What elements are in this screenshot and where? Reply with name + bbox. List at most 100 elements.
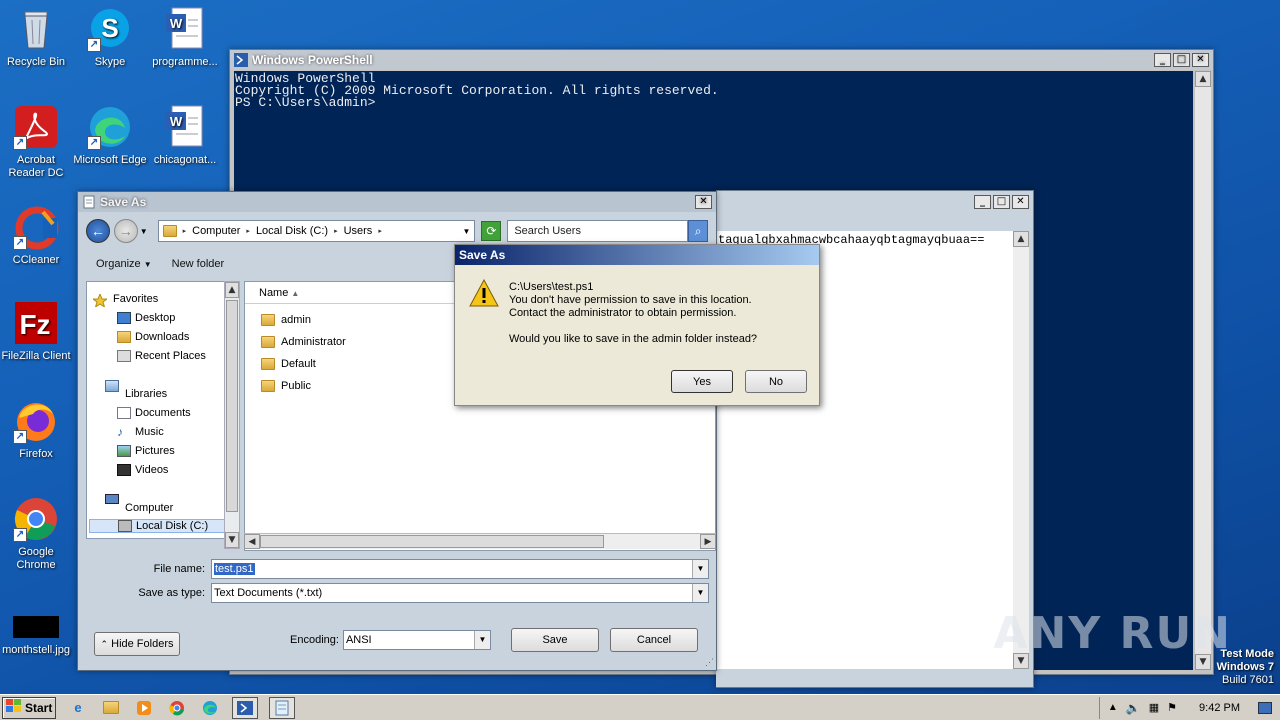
nav-desktop[interactable]: Desktop [117, 312, 175, 324]
desktop-icon-firefox[interactable]: ↗ Firefox [0, 398, 74, 461]
edge-icon[interactable] [199, 698, 221, 718]
recent-places-icon [117, 350, 131, 362]
network-icon[interactable]: ▦ [1149, 701, 1159, 714]
nav-videos[interactable]: Videos [117, 464, 168, 476]
chevron-down-icon[interactable]: ▼ [692, 560, 708, 578]
scroll-up-arrow-icon[interactable]: ▲ [1195, 71, 1211, 87]
scroll-up-arrow-icon[interactable]: ▲ [1013, 231, 1029, 247]
desktop-icon-chrome[interactable]: ↗ Google Chrome [0, 496, 74, 572]
nav-favorites[interactable]: Favorites [113, 293, 158, 305]
desktop-icon-monthstell-jpg[interactable]: monthstell.jpg [0, 614, 74, 657]
breadcrumb-separator-icon[interactable]: ▸ [246, 227, 250, 235]
desktop-icon-acrobat[interactable]: ↗ Acrobat Reader DC [0, 104, 74, 180]
message-line: You don't have permission to save in thi… [509, 294, 752, 306]
cancel-button[interactable]: Cancel [610, 628, 698, 652]
warning-icon [469, 278, 499, 307]
save-as-type-select[interactable]: Text Documents (*.txt) ▼ [211, 583, 709, 603]
flag-icon[interactable]: ⚑ [1167, 701, 1177, 714]
address-dropdown-chevron-icon[interactable]: ▼ [463, 227, 471, 236]
desktop-icon-programme-doc[interactable]: W programme... [147, 6, 223, 69]
scroll-right-arrow-icon[interactable]: ▶ [700, 534, 716, 549]
tray-expand-icon[interactable]: ▲ [1108, 702, 1118, 713]
encoding-select[interactable]: ANSI ▼ [342, 630, 491, 650]
nav-downloads[interactable]: Downloads [117, 331, 189, 343]
chevron-down-icon[interactable]: ▼ [473, 631, 490, 649]
start-button[interactable]: Start [2, 696, 56, 719]
breadcrumb-separator-icon[interactable]: ▸ [378, 227, 382, 235]
search-input[interactable]: Search Users [507, 220, 689, 242]
chevron-down-icon[interactable]: ▼ [692, 584, 708, 602]
refresh-icon[interactable]: ⟳ [481, 221, 502, 241]
shortcut-arrow-icon: ↗ [87, 136, 101, 150]
address-bar[interactable]: ▸ Computer ▸ Local Disk (C:) ▸ Users ▸ ▼ [157, 220, 476, 242]
new-folder-button[interactable]: New folder [172, 258, 225, 270]
hide-folders-button[interactable]: ⌃ Hide Folders [94, 632, 180, 656]
scroll-down-arrow-icon[interactable]: ▼ [225, 532, 239, 548]
navigation-pane-scrollbar[interactable]: ▲ ▼ [224, 281, 240, 549]
powershell-taskbar-icon[interactable] [232, 696, 258, 719]
file-list-item[interactable]: Administrator [261, 336, 346, 348]
yes-button[interactable]: Yes [671, 370, 733, 393]
close-button[interactable]: ✕ [1192, 53, 1209, 67]
notepad-taskbar-icon[interactable] [269, 696, 295, 719]
scrollbar-thumb[interactable] [260, 535, 604, 548]
file-list-item[interactable]: Public [261, 380, 311, 392]
explorer-folder-icon[interactable] [100, 698, 122, 718]
forward-arrow-icon[interactable]: → [113, 219, 138, 243]
nav-computer[interactable]: Computer [125, 502, 173, 514]
resize-grip-icon[interactable]: ⋰ [705, 657, 714, 668]
powershell-scrollbar[interactable]: ▲ ▼ [1195, 71, 1211, 670]
desktop-icon-edge[interactable]: ↗ Microsoft Edge [72, 104, 148, 167]
scroll-left-arrow-icon[interactable]: ◀ [244, 534, 260, 549]
internet-explorer-icon[interactable]: e [67, 698, 89, 718]
breadcrumb-separator-icon[interactable]: ▸ [183, 227, 187, 235]
no-button[interactable]: No [745, 370, 807, 393]
file-list-item[interactable]: Default [261, 358, 316, 370]
shortcut-arrow-icon: ↗ [13, 136, 27, 150]
permission-dialog-titlebar[interactable]: Save As [455, 245, 819, 265]
close-button[interactable]: ✕ [1012, 195, 1029, 209]
media-player-icon[interactable] [133, 698, 155, 718]
chrome-icon[interactable] [166, 698, 188, 718]
file-list-horizontal-scrollbar[interactable]: ◀ ▶ [244, 533, 716, 549]
back-arrow-icon[interactable]: ← [86, 219, 110, 243]
save-as-titlebar[interactable]: Save As ✕ [78, 192, 716, 212]
scroll-up-arrow-icon[interactable]: ▲ [225, 282, 239, 298]
desktop-icon-recycle-bin[interactable]: Recycle Bin [0, 6, 74, 69]
powershell-titlebar[interactable]: Windows PowerShell _ □ ✕ [230, 50, 1213, 70]
recycle-bin-icon [13, 6, 59, 52]
breadcrumb-local-disk[interactable]: Local Disk (C:) [256, 225, 328, 237]
scrollbar-thumb[interactable] [226, 300, 238, 512]
breadcrumb-users[interactable]: Users [344, 225, 373, 237]
search-icon[interactable]: ⌕ [688, 220, 708, 242]
minimize-button[interactable]: _ [974, 195, 991, 209]
nav-libraries[interactable]: Libraries [125, 388, 167, 400]
nav-local-disk-c[interactable]: Local Disk (C:) [89, 519, 231, 533]
desktop-icon-chicago-doc[interactable]: W chicagonat... [147, 104, 223, 167]
volume-icon[interactable]: 🔈 [1126, 701, 1141, 715]
word-document-icon: W [162, 104, 208, 150]
notepad-scrollbar[interactable]: ▲ ▼ [1013, 231, 1029, 669]
nav-documents[interactable]: Documents [117, 407, 191, 419]
breadcrumb-computer[interactable]: Computer [192, 225, 240, 237]
recent-locations-chevron-icon[interactable]: ▼ [140, 227, 148, 236]
notepad-titlebar[interactable]: _ □ ✕ [716, 191, 1033, 211]
maximize-button[interactable]: □ [993, 195, 1010, 209]
close-button[interactable]: ✕ [695, 195, 712, 209]
desktop-icon-skype[interactable]: S ↗ Skype [72, 6, 148, 69]
locked-folder-icon [261, 314, 275, 326]
desktop-icon-filezilla[interactable]: Fz FileZilla Client [0, 300, 74, 363]
show-desktop-icon[interactable] [1258, 701, 1272, 714]
file-name-field[interactable]: test.ps1 ▼ [211, 559, 709, 579]
save-button[interactable]: Save [511, 628, 599, 652]
nav-recent-places[interactable]: Recent Places [117, 350, 206, 362]
file-list-item[interactable]: admin [261, 314, 311, 326]
desktop-icon-ccleaner[interactable]: ↗ CCleaner [0, 204, 74, 267]
nav-pictures[interactable]: Pictures [117, 445, 175, 457]
nav-music[interactable]: ♪ Music [117, 426, 164, 438]
maximize-button[interactable]: □ [1173, 53, 1190, 67]
minimize-button[interactable]: _ [1154, 53, 1171, 67]
clock[interactable]: 9:42 PM [1199, 702, 1240, 714]
breadcrumb-separator-icon[interactable]: ▸ [334, 227, 338, 235]
organize-button[interactable]: Organize ▼ [96, 258, 152, 270]
